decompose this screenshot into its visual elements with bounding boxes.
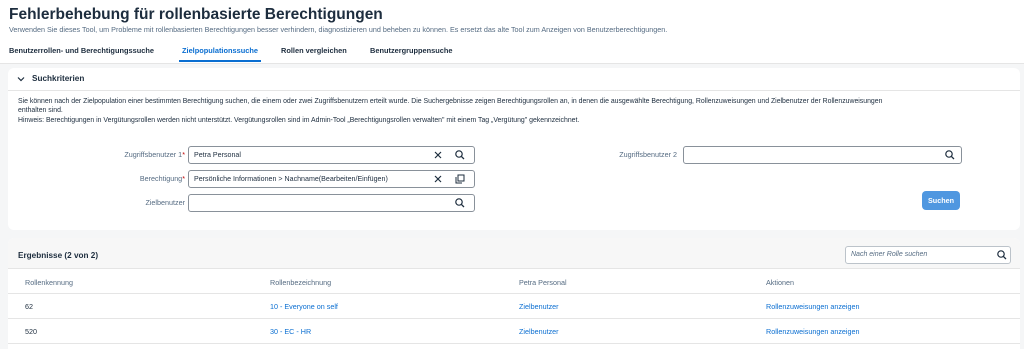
cell-rollenbezeichnung-link[interactable]: 30 - EC - HR <box>270 327 311 336</box>
zugriffsbenutzer2-input[interactable] <box>683 146 962 164</box>
search-button[interactable]: Suchen <box>922 191 960 210</box>
column-header-aktionen[interactable]: Aktionen <box>766 278 794 287</box>
search-icon[interactable] <box>454 197 466 209</box>
label-text: Zielbenutzer <box>145 198 185 207</box>
page-subtitle: Verwenden Sie dieses Tool, um Probleme m… <box>9 25 668 34</box>
row-divider <box>8 318 1020 319</box>
tab-zielpopulationssuche[interactable]: Zielpopulationssuche <box>182 46 258 55</box>
results-header: Ergebnisse (2 von 2) Nach einer Rolle su… <box>8 238 1020 269</box>
required-mark: * <box>182 174 185 183</box>
description-line: enthalten sind. <box>18 107 63 115</box>
description-line: Sie können nach der Zielpopulation einer… <box>18 98 883 105</box>
search-icon[interactable] <box>996 249 1008 261</box>
clear-icon[interactable] <box>432 149 444 161</box>
cell-rollenzuweisungen-link[interactable]: Rollenzuweisungen anzeigen <box>766 327 860 336</box>
zielbenutzer-label: Zielbenutzer <box>145 198 185 207</box>
zugriffsbenutzer1-label: Zugriffsbenutzer 1* <box>124 150 185 159</box>
input-value: Persönliche Informationen > Nachname(Bea… <box>194 175 388 183</box>
search-icon[interactable] <box>454 149 466 161</box>
required-mark: * <box>182 150 185 159</box>
row-divider <box>8 293 1020 294</box>
column-header-rollenbezeichnung[interactable]: Rollenbezeichnung <box>270 278 331 287</box>
column-header-zugriffsbenutzer[interactable]: Petra Personal <box>519 278 567 287</box>
input-value: Petra Personal <box>194 151 241 159</box>
zugriffsbenutzer1-input[interactable]: Petra Personal <box>188 146 475 164</box>
chevron-down-icon[interactable] <box>16 74 26 84</box>
role-search-input[interactable]: Nach einer Rolle suchen <box>845 246 1011 264</box>
active-tab-indicator <box>179 60 261 62</box>
cell-zielbenutzer-link[interactable]: Zielbenutzer <box>519 327 559 336</box>
search-icon[interactable] <box>944 149 956 161</box>
value-help-icon[interactable] <box>454 173 466 185</box>
page-header: Fehlerbehebung für rollenbasierte Berech… <box>0 0 1024 64</box>
zugriffsbenutzer2-label: Zugriffsbenutzer 2 <box>619 150 677 159</box>
tab-rollen-vergleichen[interactable]: Rollen vergleichen <box>281 46 347 55</box>
results-title: Ergebnisse (2 von 2) <box>18 251 99 260</box>
tab-bar: Benutzerrollen- und Berechtigungssuche Z… <box>0 44 1024 64</box>
cell-zielbenutzer-link[interactable]: Zielbenutzer <box>519 302 559 311</box>
berechtigung-label: Berechtigung* <box>140 174 185 183</box>
label-text: Berechtigung <box>139 174 183 183</box>
tab-benutzerrollen-suche[interactable]: Benutzerrollen- und Berechtigungssuche <box>9 46 154 55</box>
search-criteria-panel: Suchkriterien Sie können nach der Zielpo… <box>8 68 1020 230</box>
clear-icon[interactable] <box>432 173 444 185</box>
row-divider <box>8 343 1020 344</box>
berechtigung-input[interactable]: Persönliche Informationen > Nachname(Bea… <box>188 170 475 188</box>
label-text: Zugriffsbenutzer 1 <box>124 150 183 159</box>
cell-rollenzuweisungen-link[interactable]: Rollenzuweisungen anzeigen <box>766 302 860 311</box>
search-placeholder: Nach einer Rolle suchen <box>851 251 928 258</box>
cell-rollenkennung: 62 <box>25 302 33 311</box>
search-criteria-description: Sie können nach der Zielpopulation einer… <box>18 97 998 125</box>
description-note: Hinweis: Berechtigungen in Vergütungsrol… <box>18 116 580 124</box>
column-header-rollenkennung[interactable]: Rollenkennung <box>25 278 73 287</box>
cell-rollenkennung: 520 <box>25 327 37 336</box>
results-panel: Ergebnisse (2 von 2) Nach einer Rolle su… <box>8 238 1020 349</box>
label-text: Zugriffsbenutzer 2 <box>619 150 677 159</box>
search-criteria-header[interactable]: Suchkriterien <box>8 68 1020 91</box>
zielbenutzer-input[interactable] <box>188 194 475 212</box>
tab-benutzergruppensuche[interactable]: Benutzergruppensuche <box>370 46 453 55</box>
cell-rollenbezeichnung-link[interactable]: 10 - Everyone on self <box>270 302 338 311</box>
page-title: Fehlerbehebung für rollenbasierte Berech… <box>9 6 383 23</box>
search-criteria-title: Suchkriterien <box>32 74 85 83</box>
